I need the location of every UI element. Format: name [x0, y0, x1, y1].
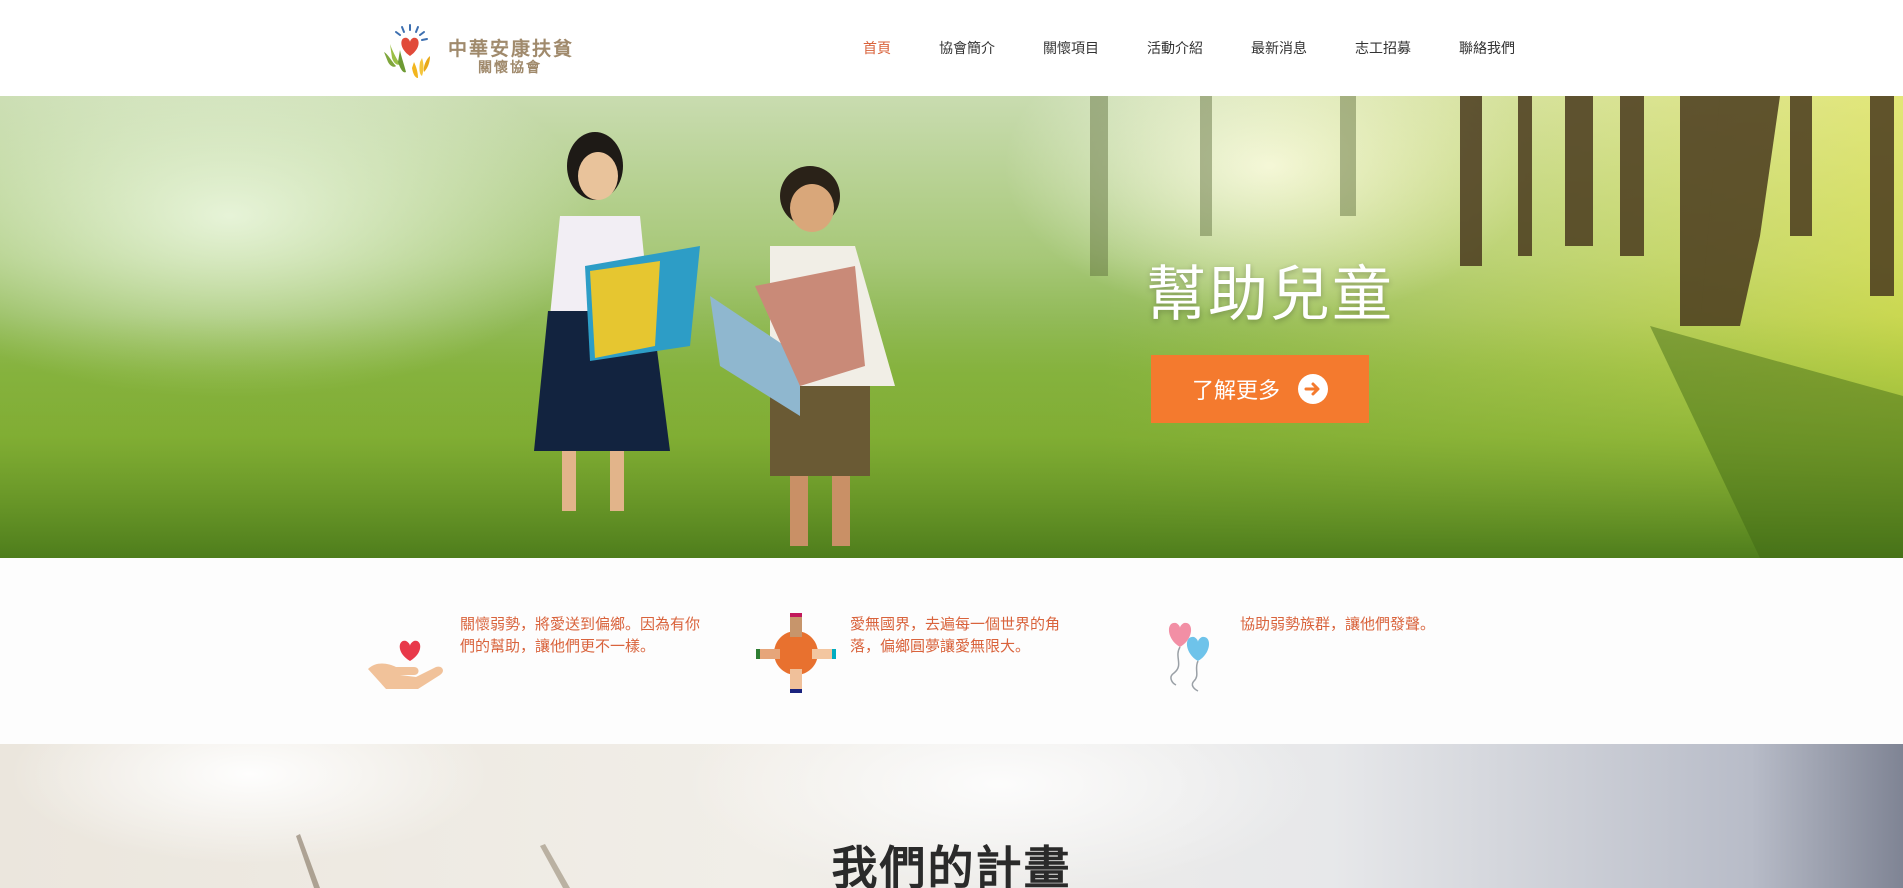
feature-item: 關懷弱勢，將愛送到偏鄉。因為有你們的幫助，讓他們更不一樣。 — [366, 613, 706, 693]
heart-in-hand-icon — [368, 640, 443, 689]
hero-title: 幫助兒童 — [1146, 260, 1394, 330]
nav-item-activities[interactable]: 活動介紹 — [1147, 38, 1203, 58]
nav-item-care-projects[interactable]: 關懷項目 — [1043, 38, 1099, 58]
feature-text: 協助弱勢族群，讓他們發聲。 — [1240, 615, 1436, 633]
heart-balloons-icon — [1168, 622, 1210, 692]
hero-banner: 幫助兒童 了解更多 — [0, 96, 1903, 558]
site-logo[interactable]: 中華安康扶貧 關懷協會 — [374, 22, 574, 80]
main-nav: 首頁 協會簡介 關懷項目 活動介紹 最新消息 志工招募 聯絡我們 — [863, 38, 1563, 58]
our-projects-section: 我們的計畫 — [0, 744, 1903, 888]
feature-item: 協助弱勢族群，讓他們發聲。 — [1160, 613, 1500, 693]
nav-item-about[interactable]: 協會簡介 — [939, 38, 995, 58]
logo-name-line2: 關懷協會 — [478, 60, 542, 76]
nav-item-contact[interactable]: 聯絡我們 — [1459, 38, 1515, 58]
nav-item-home[interactable]: 首頁 — [863, 38, 891, 58]
learn-more-button[interactable]: 了解更多 — [1151, 355, 1369, 423]
joined-hands-icon — [756, 613, 836, 693]
hands-heart-logo-icon — [384, 24, 430, 78]
feature-item: 愛無國界，去遍每一個世界的角落，偏鄉圓夢讓愛無限大。 — [756, 613, 1096, 693]
hero-forest-background — [0, 96, 1903, 558]
learn-more-label: 了解更多 — [1191, 379, 1280, 404]
nav-item-news[interactable]: 最新消息 — [1251, 38, 1307, 58]
site-header: 中華安康扶貧 關懷協會 首頁 協會簡介 關懷項目 活動介紹 最新消息 志工招募 … — [0, 0, 1903, 96]
feature-text: 愛無國界，去遍每一個世界的角落，偏鄉圓夢讓愛無限大。 — [850, 615, 1061, 655]
projects-heading: 我們的計畫 — [831, 841, 1072, 888]
features-section: 關懷弱勢，將愛送到偏鄉。因為有你們的幫助，讓他們更不一樣。 愛無國界，去遍每一個… — [0, 558, 1903, 744]
nav-item-volunteer[interactable]: 志工招募 — [1355, 38, 1411, 58]
feature-text: 關懷弱勢，將愛送到偏鄉。因為有你們的幫助，讓他們更不一樣。 — [460, 615, 701, 655]
arrow-right-circle-icon — [1298, 374, 1328, 404]
